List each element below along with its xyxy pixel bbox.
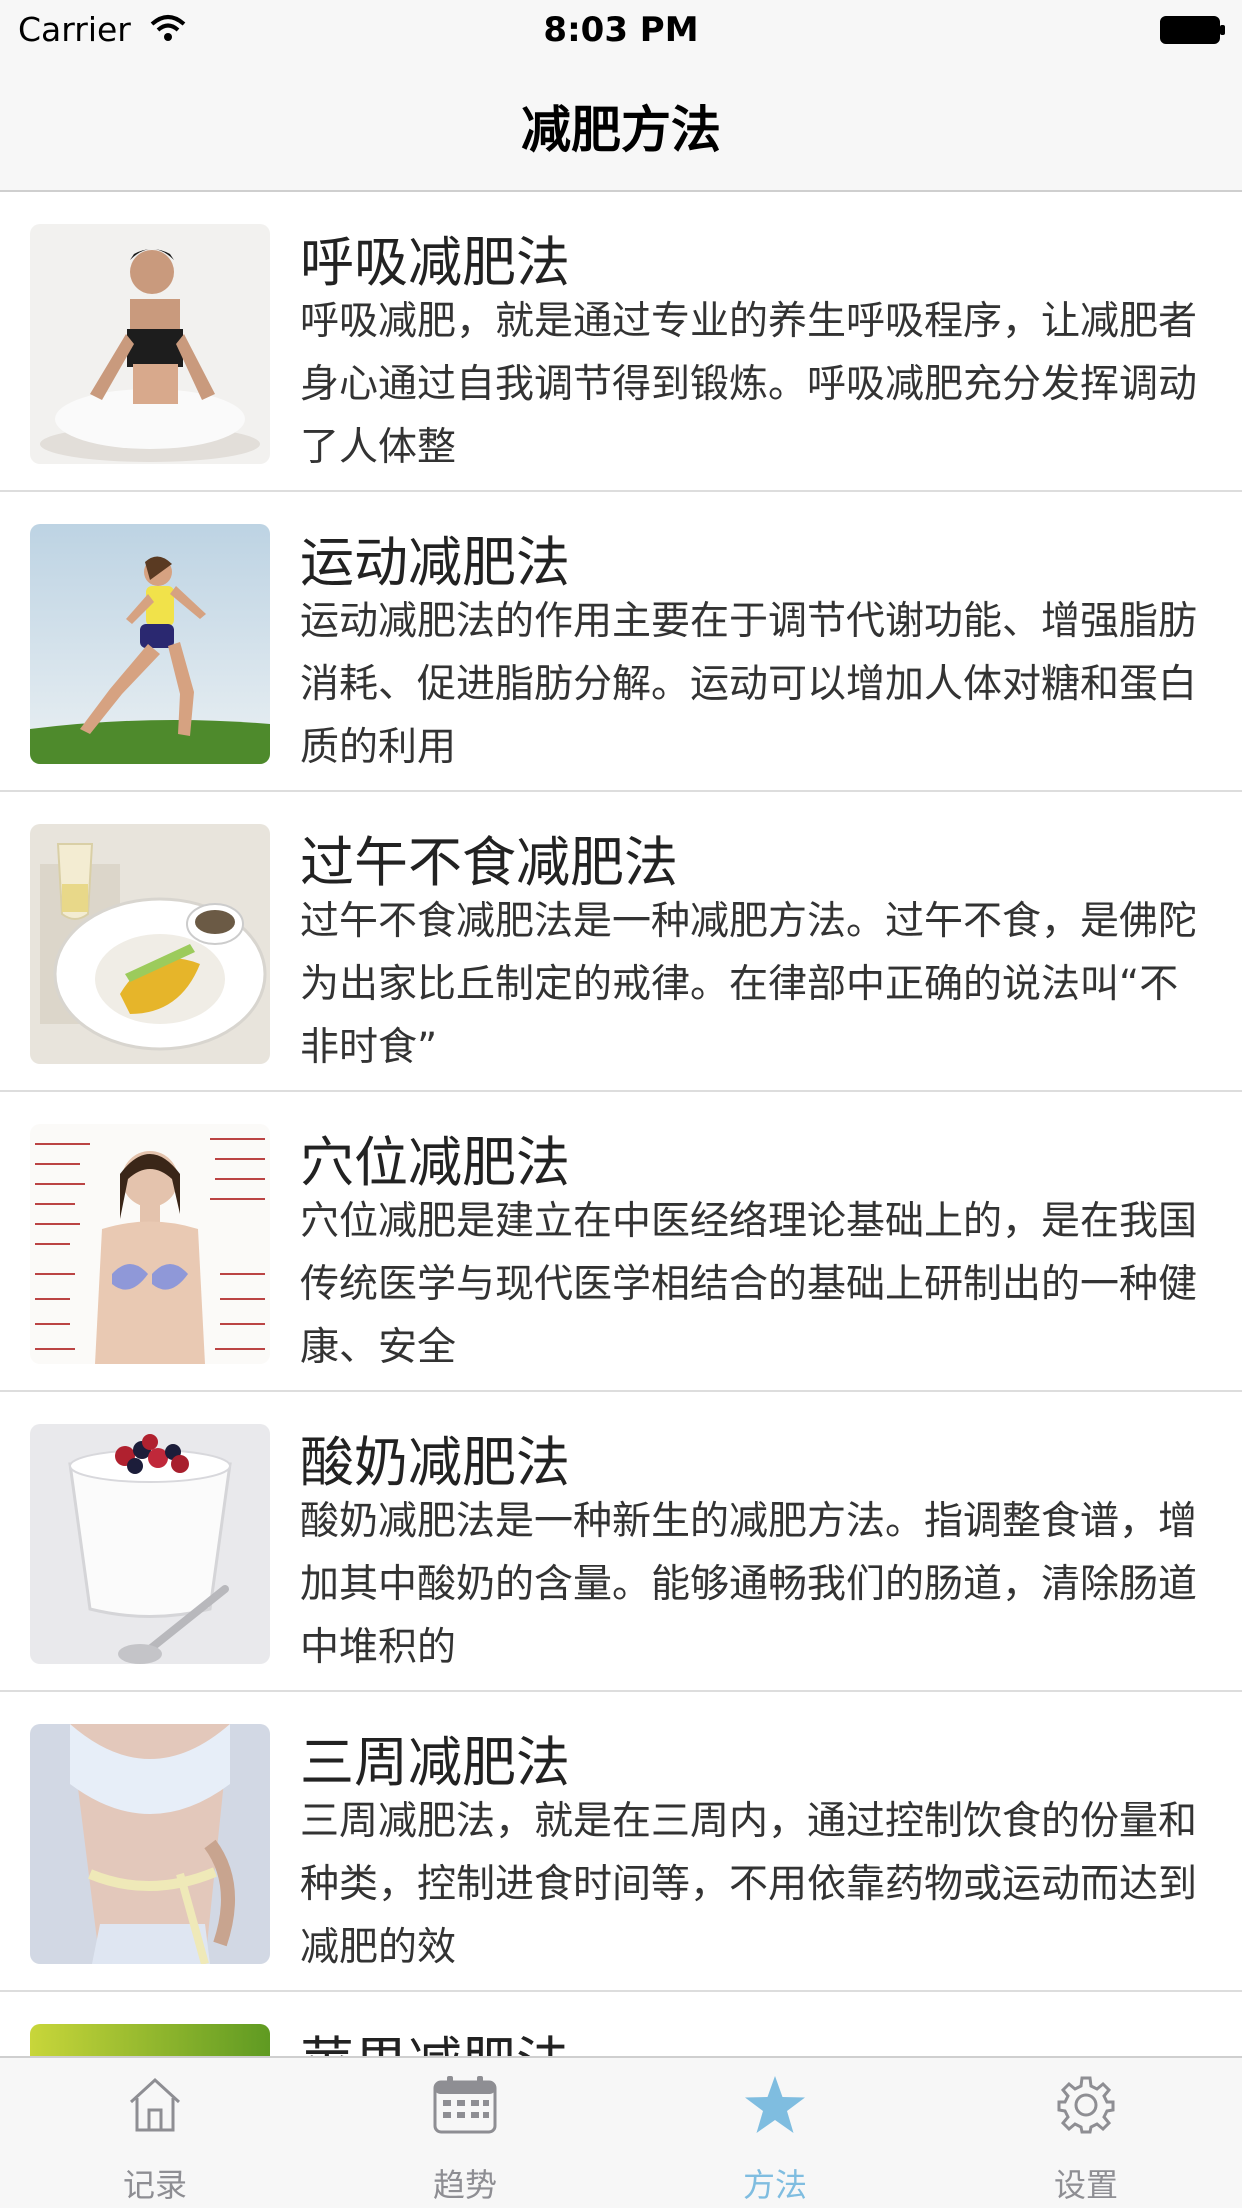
item-title: 过午不食减肥法 <box>300 831 678 894</box>
running-photo <box>30 524 270 764</box>
tab-label: 记录 <box>122 2166 187 2204</box>
meditation-photo <box>30 224 270 464</box>
list-item[interactable]: 三周减肥法 三周减肥法，就是在三周内，通过控制饮食的份量和种类，控制进食时间等，… <box>0 1692 1242 1992</box>
tab-trend[interactable]: 趋势 <box>310 2058 620 2208</box>
item-title: 三周减肥法 <box>300 1731 570 1794</box>
gear-icon <box>1055 2074 1117 2140</box>
item-title: 运动减肥法 <box>300 531 570 594</box>
waist-tape-photo <box>30 1724 270 1964</box>
item-title: 酸奶减肥法 <box>300 1431 570 1494</box>
acupoint-chart-photo <box>30 1124 270 1364</box>
status-bar: Carrier 8:03 PM <box>0 0 1242 60</box>
clock: 8:03 PM <box>543 10 699 50</box>
item-description: 运动减肥法的作用主要在于调节代谢功能、增强脂肪消耗、促进脂肪分解。运动可以增加人… <box>300 599 1198 770</box>
yogurt-photo <box>30 1424 270 1664</box>
tab-label: 趋势 <box>432 2166 497 2204</box>
tab-bar: 记录 趋势 方法 设置 <box>0 2056 1242 2208</box>
list-item[interactable]: 运动减肥法 运动减肥法的作用主要在于调节代谢功能、增强脂肪消耗、促进脂肪分解。运… <box>0 492 1242 792</box>
list-item[interactable]: 苹果减肥法 <box>0 1992 1242 2056</box>
tab-label: 方法 <box>742 2166 807 2204</box>
tab-label: 设置 <box>1053 2166 1118 2204</box>
meal-plate-photo <box>30 824 270 1064</box>
home-icon <box>125 2074 185 2140</box>
item-description: 酸奶减肥法是一种新生的减肥方法。指调整食谱，增加其中酸奶的含量。能够通畅我们的肠… <box>300 1499 1198 1670</box>
list-item[interactable]: 穴位减肥法 穴位减肥是建立在中医经络理论基础上的，是在我国传统医学与现代医学相结… <box>0 1092 1242 1392</box>
method-list[interactable]: 呼吸减肥法 呼吸减肥，就是通过专业的养生呼吸程序，让减肥者身心通过自我调节得到锻… <box>0 192 1242 2056</box>
item-description: 三周减肥法，就是在三周内，通过控制饮食的份量和种类，控制进食时间等，不用依靠药物… <box>300 1799 1198 1970</box>
tab-settings[interactable]: 设置 <box>930 2058 1242 2208</box>
list-item[interactable]: 呼吸减肥法 呼吸减肥，就是通过专业的养生呼吸程序，让减肥者身心通过自我调节得到锻… <box>0 192 1242 492</box>
list-item[interactable]: 酸奶减肥法 酸奶减肥法是一种新生的减肥方法。指调整食谱，增加其中酸奶的含量。能够… <box>0 1392 1242 1692</box>
battery-icon <box>1160 16 1226 44</box>
item-title: 穴位减肥法 <box>300 1131 570 1194</box>
calendar-icon <box>431 2074 499 2140</box>
item-title: 呼吸减肥法 <box>300 231 570 294</box>
green-photo <box>30 2024 270 2056</box>
item-title: 苹果减肥法 <box>300 2018 570 2056</box>
star-icon <box>743 2074 807 2140</box>
list-item[interactable]: 过午不食减肥法 过午不食减肥法是一种减肥方法。过午不食，是佛陀为出家比丘制定的戒… <box>0 792 1242 1092</box>
page-title: 减肥方法 <box>521 101 721 159</box>
tab-method[interactable]: 方法 <box>620 2058 930 2208</box>
navigation-bar: 减肥方法 <box>0 60 1242 192</box>
item-description: 过午不食减肥法是一种减肥方法。过午不食，是佛陀为出家比丘制定的戒律。在律部中正确… <box>300 899 1198 1070</box>
tab-record[interactable]: 记录 <box>0 2058 310 2208</box>
item-description: 穴位减肥是建立在中医经络理论基础上的，是在我国传统医学与现代医学相结合的基础上研… <box>300 1199 1198 1370</box>
item-description: 呼吸减肥，就是通过专业的养生呼吸程序，让减肥者身心通过自我调节得到锻炼。呼吸减肥… <box>300 299 1198 470</box>
